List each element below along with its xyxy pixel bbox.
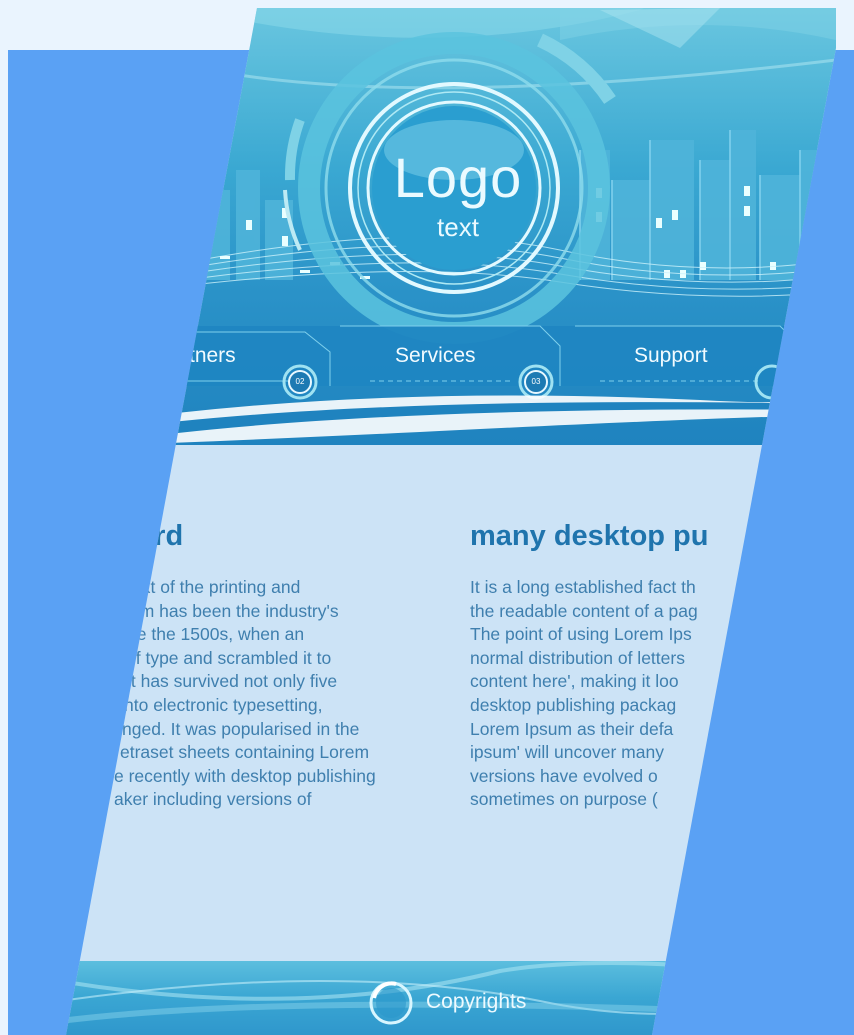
nav-item-services[interactable]: Services bbox=[395, 342, 476, 370]
logo-subtitle: text bbox=[437, 212, 479, 242]
copyright-ring-icon bbox=[369, 981, 413, 1025]
nav-badge-partners: 02 bbox=[288, 370, 312, 394]
right-column-title: many desktop pu bbox=[470, 520, 709, 552]
nav-badge-services: 03 bbox=[524, 370, 548, 394]
nav-item-support[interactable]: Support bbox=[634, 342, 708, 370]
logo-title[interactable]: Logo bbox=[372, 148, 544, 208]
copyrights-text: Copyrights bbox=[426, 990, 527, 1013]
